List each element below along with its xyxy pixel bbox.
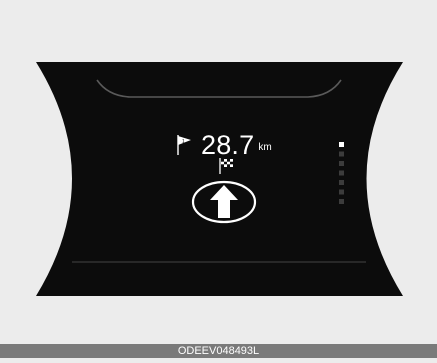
- image-caption: ODEEV048493L: [0, 344, 437, 358]
- distance-readout: 1 28.7 km: [176, 124, 272, 160]
- indicator-segment: [339, 180, 344, 185]
- straight-arrow-icon: [191, 180, 257, 224]
- indicator-segment: [339, 142, 344, 147]
- distance-value: 28.7: [201, 130, 255, 160]
- instrument-cluster-display: 1 28.7 km: [0, 0, 437, 358]
- waypoint-number: 1: [182, 139, 185, 145]
- cluster-shape: [36, 62, 403, 296]
- indicator-segment: [339, 161, 344, 166]
- indicator-segment: [339, 151, 344, 157]
- waypoint-flag-icon: 1: [177, 135, 191, 155]
- indicator-segment: [339, 170, 344, 176]
- checkered-flag-icon: [219, 158, 233, 174]
- indicator-segment: [339, 199, 344, 204]
- indicator-segment: [339, 189, 344, 195]
- distance-unit: km: [258, 142, 272, 153]
